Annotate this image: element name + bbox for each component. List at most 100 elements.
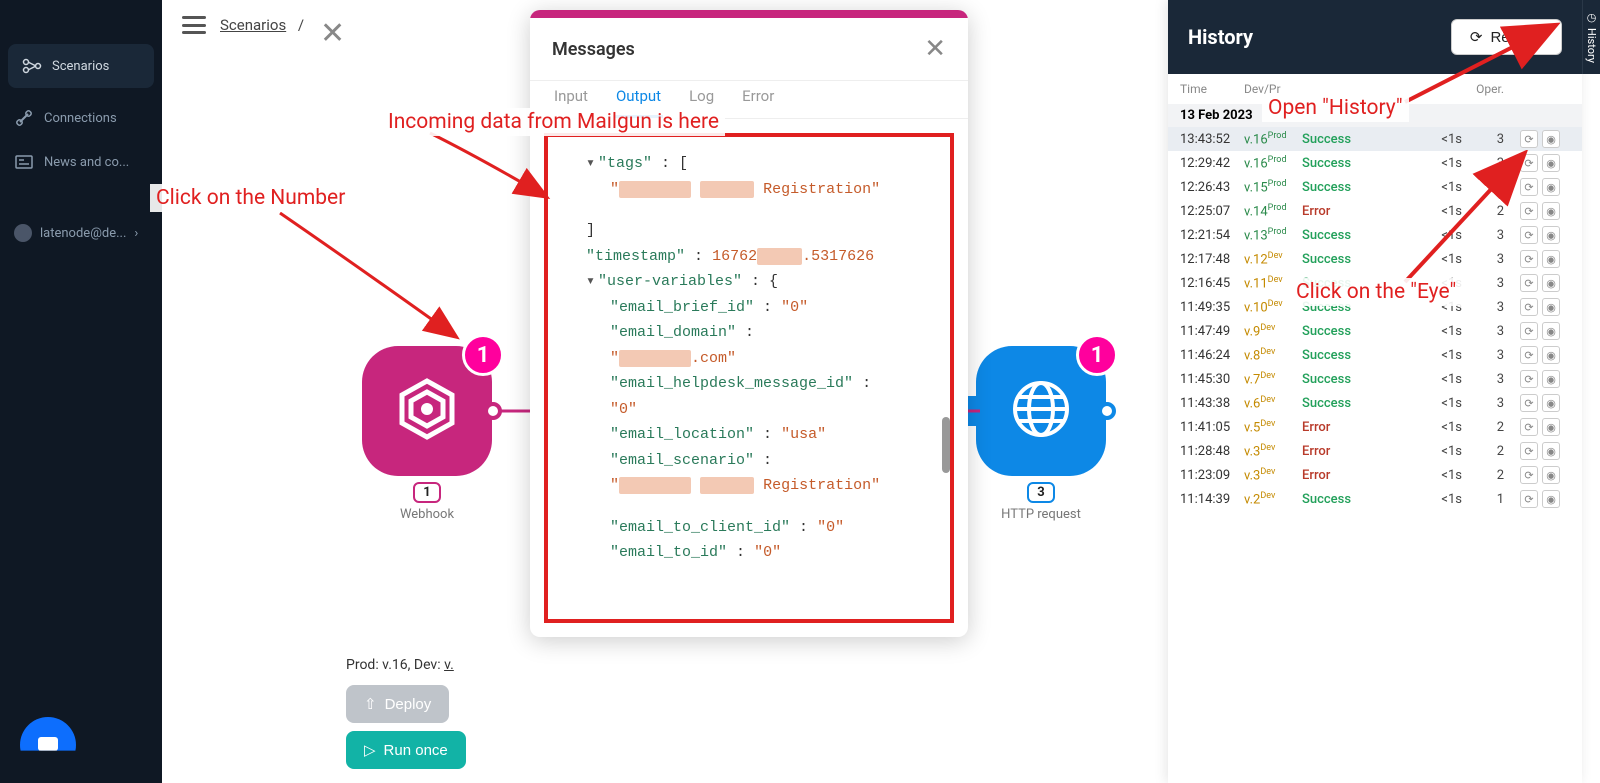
node-badge[interactable]: 1 <box>462 334 504 376</box>
row-version: v.15Prod <box>1244 179 1302 195</box>
row-time: 11:45:30 <box>1180 372 1244 387</box>
rerun-icon[interactable]: ⟳ <box>1520 490 1538 508</box>
sidebar-item-news[interactable]: News and co... <box>0 140 162 184</box>
rerun-icon[interactable]: ⟳ <box>1520 322 1538 340</box>
eye-icon[interactable]: ◉ <box>1542 298 1560 316</box>
history-row[interactable]: 11:45:30v.7DevSuccess<1s3⟳◉ <box>1168 367 1582 391</box>
row-oper: 3 <box>1462 228 1504 243</box>
history-row[interactable]: 12:25:07v.14ProdError<1s2⟳◉ <box>1168 199 1582 223</box>
close-icon[interactable]: ✕ <box>924 34 946 64</box>
eye-icon[interactable]: ◉ <box>1542 226 1560 244</box>
row-oper: 3 <box>1462 252 1504 267</box>
row-duration: <1s <box>1418 444 1462 459</box>
eye-icon[interactable]: ◉ <box>1542 154 1560 172</box>
node-badge[interactable]: 1 <box>1076 334 1118 376</box>
row-oper: 1 <box>1462 492 1504 507</box>
eye-icon[interactable]: ◉ <box>1542 418 1560 436</box>
history-row[interactable]: 13:43:52v.16ProdSuccess<1s3⟳◉ <box>1168 127 1582 151</box>
sidebar-user[interactable]: latenode@de... › <box>0 214 162 252</box>
row-status: Error <box>1302 204 1418 219</box>
node-port-out[interactable] <box>1098 402 1116 420</box>
history-row[interactable]: 11:23:09v.3DevError<1s2⟳◉ <box>1168 463 1582 487</box>
row-oper: 2 <box>1462 468 1504 483</box>
annotation-incoming: Incoming data from Mailgun is here <box>382 108 725 136</box>
rerun-icon[interactable]: ⟳ <box>1520 274 1538 292</box>
refresh-icon: ⟳ <box>1470 28 1483 46</box>
tab-error[interactable]: Error <box>740 81 776 118</box>
eye-icon[interactable]: ◉ <box>1542 370 1560 388</box>
annotation-click-eye: Click on the "Eye" <box>1290 278 1462 306</box>
breadcrumb-root[interactable]: Scenarios <box>220 16 286 34</box>
eye-icon[interactable]: ◉ <box>1542 202 1560 220</box>
hamburger-icon[interactable] <box>182 16 206 34</box>
eye-icon[interactable]: ◉ <box>1542 490 1560 508</box>
history-row[interactable]: 12:21:54v.13ProdSuccess<1s3⟳◉ <box>1168 223 1582 247</box>
row-time: 12:21:54 <box>1180 228 1244 243</box>
row-oper: 3 <box>1462 180 1504 195</box>
history-row[interactable]: 12:29:42v.16ProdSuccess<1s3⟳◉ <box>1168 151 1582 175</box>
rerun-icon[interactable]: ⟳ <box>1520 178 1538 196</box>
close-icon[interactable]: ✕ <box>320 16 345 51</box>
row-version: v.5Dev <box>1244 419 1302 435</box>
row-oper: 3 <box>1462 324 1504 339</box>
row-oper: 3 <box>1462 348 1504 363</box>
node-count: 1 <box>413 482 440 503</box>
run-once-button[interactable]: ▷ Run once <box>346 731 466 769</box>
node-http[interactable]: 1 3 HTTP request <box>976 346 1106 522</box>
row-version: v.2Dev <box>1244 491 1302 507</box>
row-duration: <1s <box>1418 468 1462 483</box>
sidebar-item-connections[interactable]: Connections <box>0 96 162 140</box>
history-row[interactable]: 11:46:24v.8DevSuccess<1s3⟳◉ <box>1168 343 1582 367</box>
avatar-icon <box>14 224 32 242</box>
rerun-icon[interactable]: ⟳ <box>1520 130 1538 148</box>
history-row[interactable]: 11:47:49v.9DevSuccess<1s3⟳◉ <box>1168 319 1582 343</box>
rerun-icon[interactable]: ⟳ <box>1520 394 1538 412</box>
scrollbar-thumb[interactable] <box>942 417 950 473</box>
eye-icon[interactable]: ◉ <box>1542 178 1560 196</box>
row-duration: <1s <box>1418 132 1462 147</box>
rerun-icon[interactable]: ⟳ <box>1520 346 1538 364</box>
eye-icon[interactable]: ◉ <box>1542 250 1560 268</box>
rerun-icon[interactable]: ⟳ <box>1520 466 1538 484</box>
deploy-button[interactable]: ⇧ Deploy <box>346 685 449 723</box>
sidebar-item-label: Connections <box>44 111 117 126</box>
row-oper: 3 <box>1462 300 1504 315</box>
row-status: Error <box>1302 420 1418 435</box>
eye-icon[interactable]: ◉ <box>1542 130 1560 148</box>
webhook-hex-icon <box>394 376 460 446</box>
history-row[interactable]: 12:17:48v.12DevSuccess<1s3⟳◉ <box>1168 247 1582 271</box>
row-version: v.6Dev <box>1244 395 1302 411</box>
row-status: Success <box>1302 372 1418 387</box>
rerun-icon[interactable]: ⟳ <box>1520 370 1538 388</box>
eye-icon[interactable]: ◉ <box>1542 466 1560 484</box>
rerun-icon[interactable]: ⟳ <box>1520 298 1538 316</box>
sidebar-item-scenarios[interactable]: Scenarios <box>8 44 154 88</box>
history-row[interactable]: 12:26:43v.15ProdSuccess<1s3⟳◉ <box>1168 175 1582 199</box>
history-row[interactable]: 11:43:38v.6DevSuccess<1s3⟳◉ <box>1168 391 1582 415</box>
refresh-button[interactable]: ⟳ Refresh <box>1451 19 1562 55</box>
rerun-icon[interactable]: ⟳ <box>1520 442 1538 460</box>
eye-icon[interactable]: ◉ <box>1542 274 1560 292</box>
eye-icon[interactable]: ◉ <box>1542 394 1560 412</box>
row-version: v.16Prod <box>1244 155 1302 171</box>
rerun-icon[interactable]: ⟳ <box>1520 226 1538 244</box>
history-side-tab[interactable]: ◷ History <box>1582 0 1600 74</box>
row-status: Success <box>1302 132 1418 147</box>
rerun-icon[interactable]: ⟳ <box>1520 154 1538 172</box>
row-time: 11:49:35 <box>1180 300 1244 315</box>
version-link[interactable]: v. <box>444 657 454 673</box>
rerun-icon[interactable]: ⟳ <box>1520 250 1538 268</box>
row-duration: <1s <box>1418 156 1462 171</box>
history-row[interactable]: 11:14:39v.2DevSuccess<1s1⟳◉ <box>1168 487 1582 511</box>
eye-icon[interactable]: ◉ <box>1542 442 1560 460</box>
row-time: 12:16:45 <box>1180 276 1244 291</box>
node-label: Webhook <box>362 507 492 522</box>
eye-icon[interactable]: ◉ <box>1542 322 1560 340</box>
history-row[interactable]: 11:28:48v.3DevError<1s2⟳◉ <box>1168 439 1582 463</box>
rerun-icon[interactable]: ⟳ <box>1520 202 1538 220</box>
eye-icon[interactable]: ◉ <box>1542 346 1560 364</box>
row-time: 12:25:07 <box>1180 204 1244 219</box>
history-row[interactable]: 11:41:05v.5DevError<1s2⟳◉ <box>1168 415 1582 439</box>
node-webhook[interactable]: 1 1 Webhook <box>362 346 492 522</box>
rerun-icon[interactable]: ⟳ <box>1520 418 1538 436</box>
